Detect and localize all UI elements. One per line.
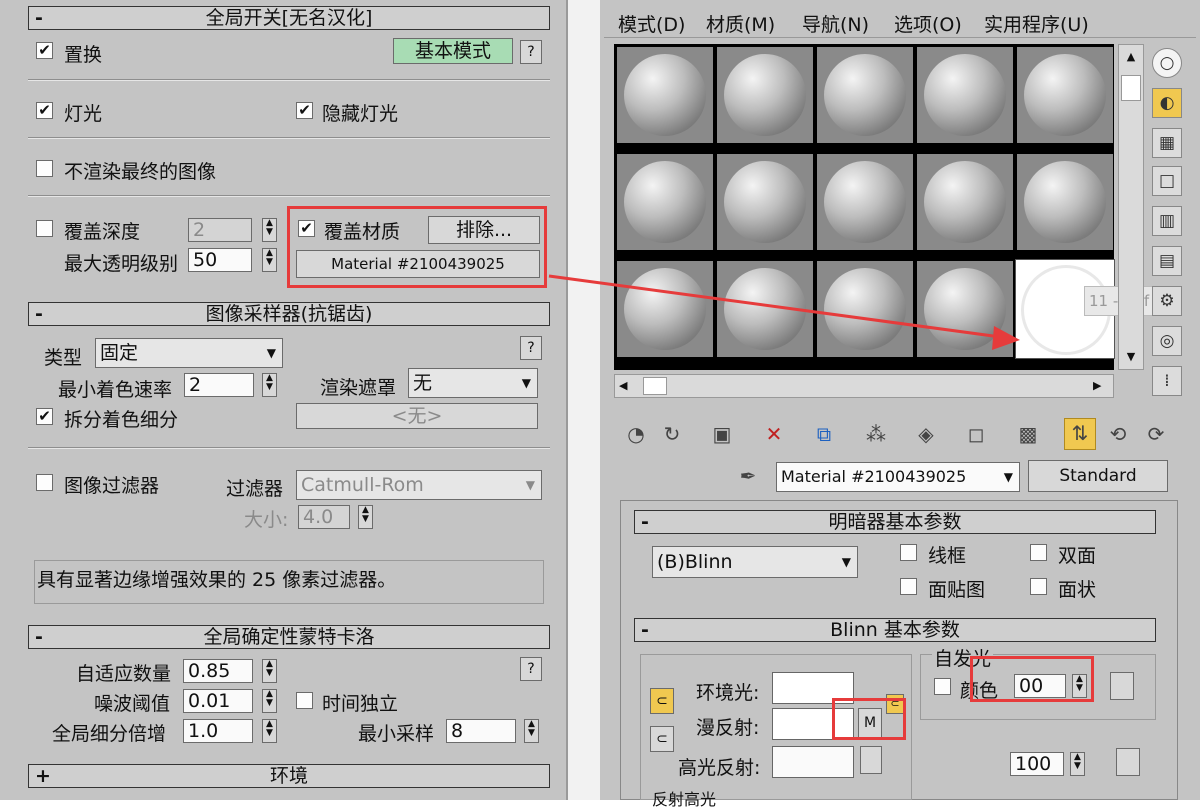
annotation-arrow-head <box>992 326 1020 350</box>
annotation-arrow-line <box>548 274 1009 340</box>
annotation-arrow <box>548 274 1020 350</box>
